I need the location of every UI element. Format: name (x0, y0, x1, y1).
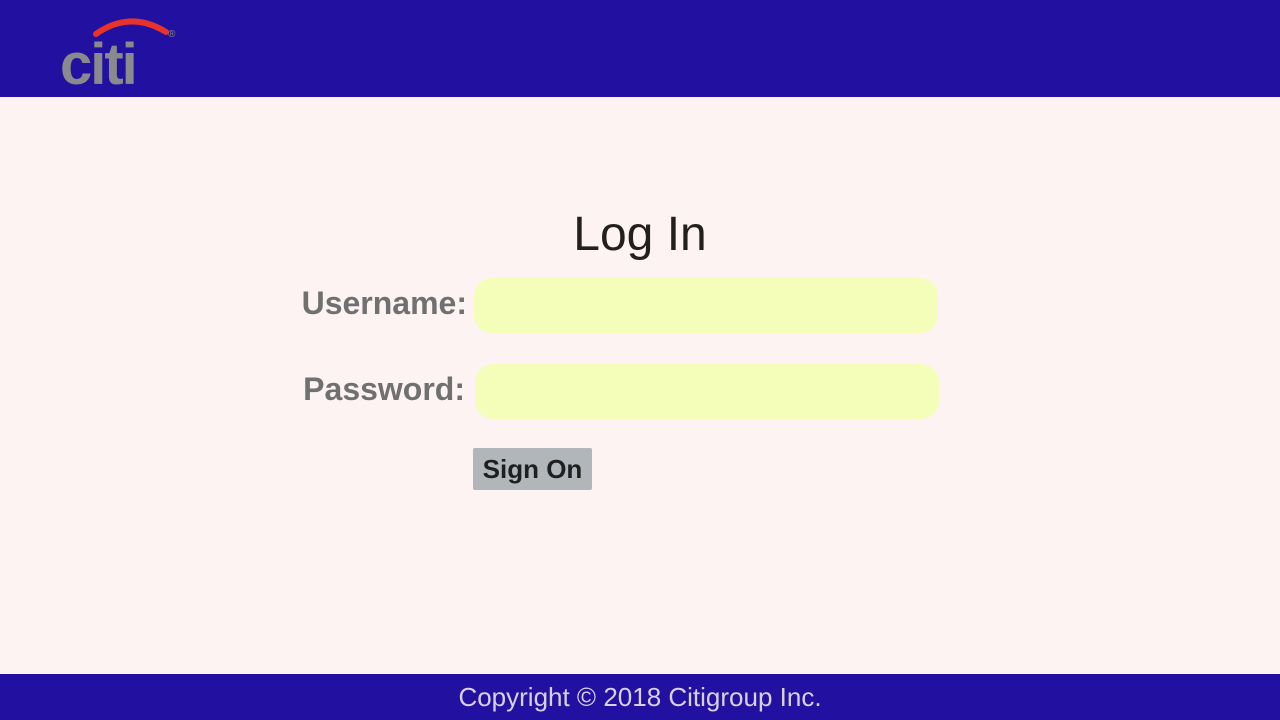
password-input[interactable] (475, 364, 939, 419)
citi-logo: citi ® (60, 18, 176, 88)
logo-registered-mark: ® (168, 29, 176, 40)
page-title: Log In (573, 208, 707, 261)
password-label: Password: (303, 371, 465, 407)
footer-bar: Copyright © 2018 Citigroup Inc. (0, 674, 1280, 720)
login-panel: Log In Username: Password: Sign On (0, 97, 1280, 674)
header-bar: citi ® (0, 0, 1280, 97)
logo-text: citi (60, 32, 136, 88)
username-input[interactable] (474, 278, 938, 333)
username-label: Username: (301, 285, 467, 321)
sign-on-button[interactable]: Sign On (473, 448, 592, 490)
copyright-text: Copyright © 2018 Citigroup Inc. (458, 682, 822, 712)
